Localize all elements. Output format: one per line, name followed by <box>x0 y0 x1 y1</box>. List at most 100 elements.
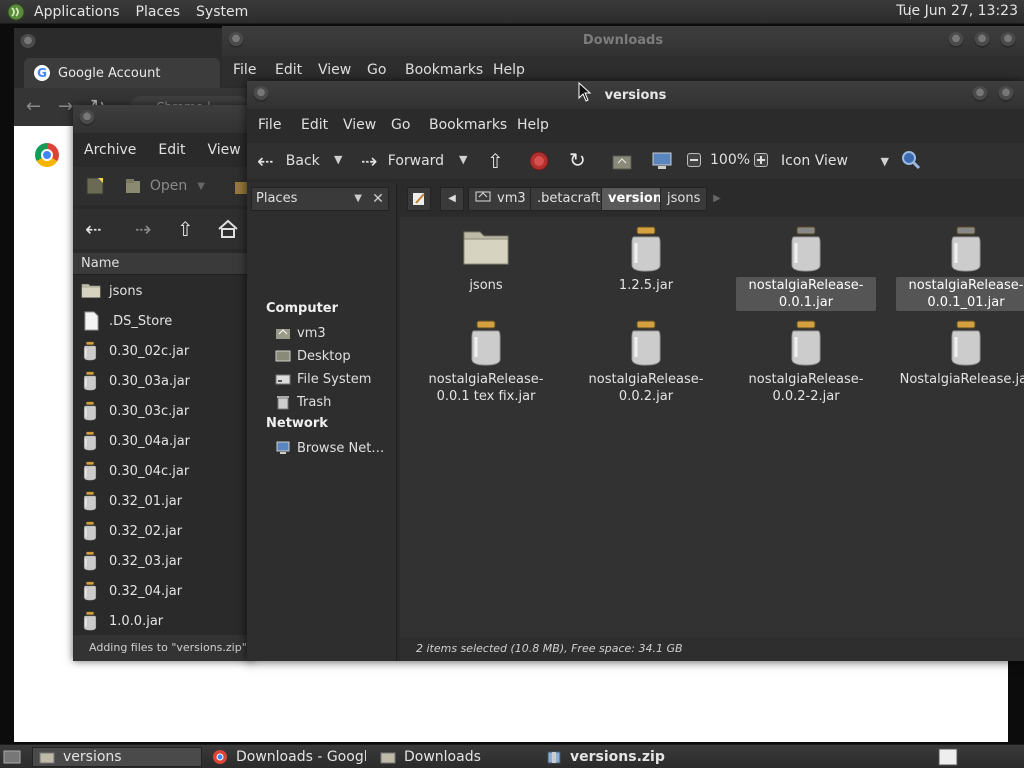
new-archive-icon[interactable] <box>85 176 107 196</box>
menu-archive[interactable]: Archive <box>84 142 136 158</box>
maximize-icon[interactable] <box>974 32 990 48</box>
menu-go[interactable]: Go <box>391 117 410 133</box>
list-item[interactable]: 0.30_04c.jar <box>73 456 253 486</box>
sidebar-item-desktop[interactable]: Desktop <box>275 346 351 366</box>
file-item[interactable]: NostalgiaRelease.jar <box>896 319 1024 388</box>
applications-menu[interactable]: Applications <box>34 4 120 20</box>
menu-view[interactable]: View <box>208 142 241 158</box>
menu-edit[interactable]: Edit <box>301 117 328 133</box>
reload-icon[interactable]: ↻ <box>569 148 586 172</box>
list-item[interactable]: 0.32_03.jar <box>73 546 253 576</box>
list-item[interactable]: 0.32_04.jar <box>73 576 253 606</box>
taskbar-button[interactable]: Downloads - Googl… <box>206 747 366 767</box>
versions-titlebar[interactable]: versions <box>247 81 1024 109</box>
menu-bookmarks[interactable]: Bookmarks <box>429 117 507 133</box>
back-arrow-icon[interactable]: ← <box>26 96 41 117</box>
menu-view[interactable]: View <box>318 62 351 78</box>
list-item[interactable]: 0.30_03a.jar <box>73 366 253 396</box>
up-arrow-icon[interactable]: ⇧ <box>487 149 504 173</box>
zoom-out-icon[interactable] <box>687 153 701 167</box>
taskbar-button[interactable]: versions <box>32 747 202 767</box>
sidebar-item-trash[interactable]: Trash <box>275 392 331 412</box>
open-folder-icon <box>126 179 140 193</box>
file-item[interactable]: nostalgiaRelease-0.0.1 tex fix.jar <box>416 319 556 405</box>
minimize-icon[interactable] <box>948 32 964 48</box>
window-menu-icon[interactable] <box>20 34 36 50</box>
edit-location-icon[interactable] <box>407 187 431 211</box>
view-mode-select[interactable]: Icon View ▼ <box>781 151 889 171</box>
jar-icon <box>782 319 830 367</box>
menu-help[interactable]: Help <box>493 62 525 78</box>
chrome-tab-google-account[interactable]: G Google Account <box>24 58 220 88</box>
maximize-icon[interactable] <box>998 86 1014 102</box>
computer-icon[interactable] <box>651 150 673 172</box>
menu-edit[interactable]: Edit <box>158 142 185 158</box>
downloads-titlebar[interactable]: Downloads <box>222 26 1024 56</box>
breadcrumb-jsons[interactable]: jsons <box>660 187 708 211</box>
workspace-switcher[interactable] <box>938 748 958 766</box>
home-icon[interactable] <box>217 219 239 239</box>
sidebar-item-browse-net[interactable]: Browse Net… <box>275 438 384 458</box>
forward-button[interactable]: ⇢ Forward <box>361 149 444 173</box>
close-sidebar-icon[interactable]: ✕ <box>367 187 389 211</box>
forward-history-chevron-icon[interactable]: ▼ <box>459 153 467 166</box>
system-menu[interactable]: System <box>196 4 248 20</box>
path-right-arrow-icon[interactable]: ▶ <box>709 187 725 211</box>
breadcrumb-betacraft[interactable]: .betacraft <box>530 187 608 211</box>
search-icon[interactable] <box>901 150 921 170</box>
menu-edit[interactable]: Edit <box>275 62 302 78</box>
clock[interactable]: Tue Jun 27, 13:23 <box>896 3 1018 19</box>
taskbar-button[interactable]: Downloads <box>374 747 534 767</box>
sidebar-item-file-system[interactable]: File System <box>275 369 371 389</box>
list-item[interactable]: .DS_Store <box>73 306 253 336</box>
menu-view[interactable]: View <box>343 117 376 133</box>
menu-help[interactable]: Help <box>517 117 549 133</box>
back-arrow-icon[interactable]: ⇠ <box>85 217 102 241</box>
menu-file[interactable]: File <box>233 62 256 78</box>
zoom-in-icon[interactable] <box>754 153 768 167</box>
list-item[interactable]: 0.30_02c.jar <box>73 336 253 366</box>
breadcrumb-vm3[interactable]: vm3 <box>468 187 533 211</box>
file-item[interactable]: nostalgiaRelease-0.0.1.jar <box>736 225 876 311</box>
list-item[interactable]: 0.32_02.jar <box>73 516 253 546</box>
archive-titlebar[interactable] <box>73 105 253 133</box>
places-menu[interactable]: Places <box>136 4 181 20</box>
forward-arrow-icon[interactable]: ⇢ <box>135 217 152 241</box>
list-item[interactable]: 0.30_03c.jar <box>73 396 253 426</box>
home-folder-icon[interactable] <box>611 151 633 171</box>
open-button[interactable]: Open ▼ <box>125 176 205 196</box>
file-item[interactable]: nostalgiaRelease-0.0.1_01.jar <box>896 225 1024 311</box>
file-item[interactable]: jsons <box>416 225 556 294</box>
forward-arrow-icon[interactable]: → <box>58 96 73 117</box>
network-heading: Network <box>266 416 328 431</box>
menu-bookmarks[interactable]: Bookmarks <box>405 62 483 78</box>
file-item[interactable]: nostalgiaRelease-0.0.2.jar <box>576 319 716 405</box>
show-desktop-icon[interactable] <box>3 748 21 766</box>
back-button[interactable]: ⇠ Back <box>257 149 320 173</box>
menu-go[interactable]: Go <box>367 62 386 78</box>
up-arrow-icon[interactable]: ⇧ <box>177 217 194 241</box>
menu-file[interactable]: File <box>258 117 281 133</box>
close-icon[interactable] <box>1000 32 1016 48</box>
versions-window: versions File Edit View Go Bookmarks Hel… <box>247 81 1024 661</box>
file-item-label: nostalgiaRelease-0.0.1_01.jar <box>896 277 1024 311</box>
file-item[interactable]: nostalgiaRelease-0.0.2-2.jar <box>736 319 876 405</box>
back-history-chevron-icon[interactable]: ▼ <box>334 153 342 166</box>
versions-status: 2 items selected (10.8 MB), Free space: … <box>400 637 1024 661</box>
list-item[interactable]: jsons <box>73 276 253 306</box>
list-item[interactable]: 0.32_01.jar <box>73 486 253 516</box>
column-header-name[interactable]: Name <box>73 253 253 275</box>
file-name: 0.30_03a.jar <box>109 373 191 389</box>
list-item[interactable]: 0.30_04a.jar <box>73 426 253 456</box>
zoom-level[interactable]: 100% <box>710 152 750 168</box>
minimize-icon[interactable] <box>972 86 988 102</box>
stop-icon[interactable] <box>529 151 549 171</box>
folder-icon <box>81 281 101 301</box>
taskbar-button[interactable]: versions.zip <box>540 747 690 767</box>
mate-logo-icon[interactable] <box>6 2 26 22</box>
window-menu-icon[interactable] <box>79 110 95 126</box>
sidebar-item-vm3[interactable]: vm3 <box>275 323 326 343</box>
file-item[interactable]: 1.2.5.jar <box>576 225 716 294</box>
path-left-arrow-icon[interactable]: ◀ <box>440 187 464 211</box>
list-item[interactable]: 1.0.0.jar <box>73 606 253 633</box>
